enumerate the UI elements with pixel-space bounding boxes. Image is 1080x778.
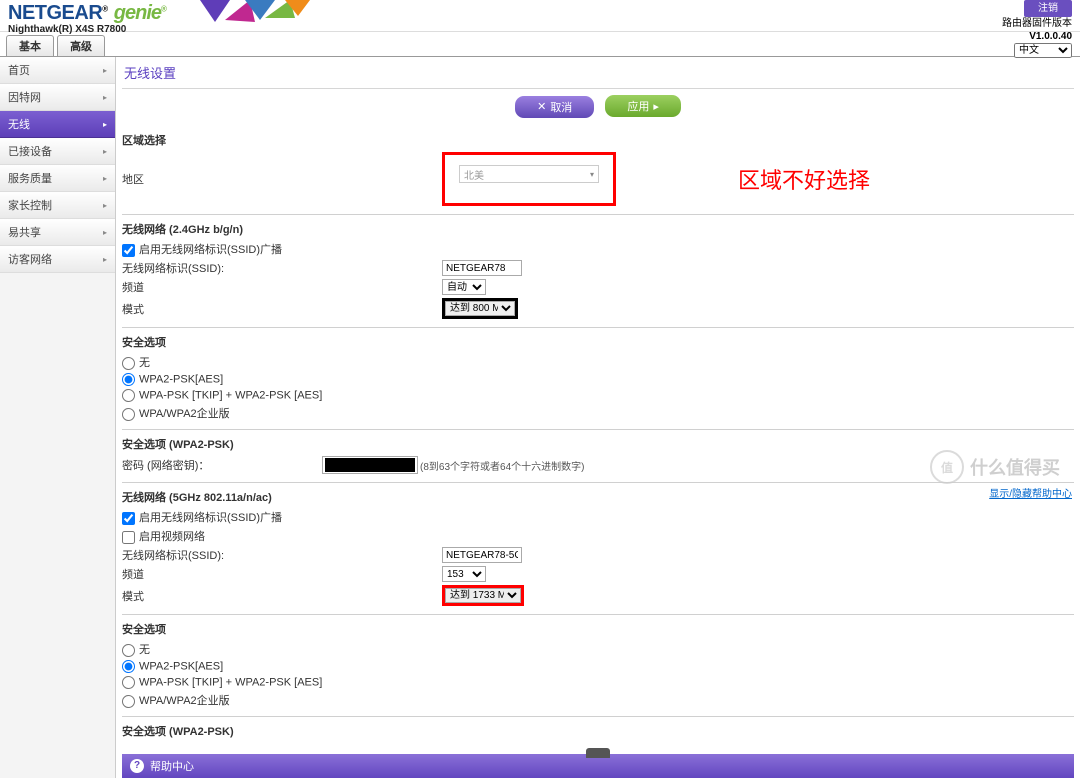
- password-hint: (8到63个字符或者64个十六进制数字): [420, 458, 584, 473]
- sec24-none-radio[interactable]: [122, 357, 135, 370]
- language-select[interactable]: 中文: [1014, 43, 1072, 58]
- pwsec5-header: 安全选项 (WPA2-PSK): [122, 721, 1074, 742]
- ssid-24-input[interactable]: [442, 260, 522, 276]
- annotation-red-box-2: 达到 1733 Mbps: [442, 585, 524, 606]
- region-label: 地区: [122, 171, 442, 187]
- sidebar-item-guest[interactable]: 访客网络▸: [0, 246, 115, 273]
- password-input[interactable]: [325, 458, 415, 472]
- sidebar-item-wireless[interactable]: 无线▸: [0, 111, 115, 138]
- sec24-ent-radio[interactable]: [122, 408, 135, 421]
- channel-24-select[interactable]: 自动: [442, 279, 486, 295]
- chevron-right-icon: ▸: [103, 147, 107, 156]
- watermark: 值 什么值得买: [930, 450, 1060, 484]
- help-label: 帮助中心: [150, 758, 194, 774]
- band5-header: 无线网络 (5GHz 802.11a/n/ac): [122, 487, 1074, 508]
- help-icon: ?: [130, 759, 144, 773]
- x-icon: ✕: [537, 100, 546, 113]
- security24-header: 安全选项: [122, 332, 1074, 353]
- region-select[interactable]: 北美▾: [459, 165, 599, 183]
- sec5-ent-radio[interactable]: [122, 695, 135, 708]
- chevron-right-icon: ▸: [103, 201, 107, 210]
- tab-advanced[interactable]: 高级: [57, 35, 105, 56]
- sidebar-item-share[interactable]: 易共享▸: [0, 219, 115, 246]
- apply-button[interactable]: 应用▸: [605, 95, 681, 117]
- chevron-right-icon: ▸: [103, 66, 107, 75]
- ssid-broadcast-5-checkbox[interactable]: [122, 512, 135, 525]
- annotation-label: 区域不好选择: [738, 163, 870, 195]
- sidebar: 首页▸ 因特网▸ 无线▸ 已接设备▸ 服务质量▸ 家长控制▸ 易共享▸ 访客网络…: [0, 57, 116, 778]
- channel-5-select[interactable]: 153: [442, 566, 486, 582]
- mode-24-select[interactable]: 达到 800 Mbps: [445, 301, 515, 316]
- help-bar[interactable]: ? 帮助中心: [122, 754, 1074, 778]
- sidebar-item-home[interactable]: 首页▸: [0, 57, 115, 84]
- brand-triangles-decor: [190, 0, 360, 30]
- chevron-down-icon: ▾: [590, 170, 594, 179]
- sidebar-item-attached[interactable]: 已接设备▸: [0, 138, 115, 165]
- brand-genie: genie: [114, 2, 161, 24]
- annotation-black-box: 达到 800 Mbps: [442, 298, 518, 319]
- sidebar-item-qos[interactable]: 服务质量▸: [0, 165, 115, 192]
- sec5-mixed-radio[interactable]: [122, 676, 135, 689]
- sec5-wpa2-radio[interactable]: [122, 660, 135, 673]
- cancel-button[interactable]: ✕取消: [515, 96, 594, 118]
- region-header: 区域选择: [122, 130, 1074, 151]
- sec24-mixed-radio[interactable]: [122, 389, 135, 402]
- fw-version: V1.0.0.40: [1029, 31, 1072, 42]
- help-toggle-link[interactable]: 显示/隐藏帮助中心: [989, 485, 1072, 500]
- mode-5-select[interactable]: 达到 1733 Mbps: [445, 588, 521, 603]
- ssid-5-input[interactable]: [442, 547, 522, 563]
- band24-header: 无线网络 (2.4GHz b/g/n): [122, 219, 1074, 240]
- chevron-right-icon: ▸: [653, 100, 659, 113]
- sec5-none-radio[interactable]: [122, 644, 135, 657]
- logout-button[interactable]: 注销: [1024, 0, 1072, 17]
- chevron-right-icon: ▸: [103, 93, 107, 102]
- security5-header: 安全选项: [122, 619, 1074, 640]
- model-name: Nighthawk(R) X4S R7800: [8, 24, 126, 35]
- sec24-wpa2-radio[interactable]: [122, 373, 135, 386]
- brand-netgear: NETGEAR: [8, 2, 102, 24]
- ssid-broadcast-24-checkbox[interactable]: [122, 244, 135, 257]
- chevron-right-icon: ▸: [103, 255, 107, 264]
- drag-handle-icon[interactable]: [586, 748, 610, 758]
- password-label: 密码 (网络密钥)：: [122, 457, 322, 473]
- sidebar-item-parental[interactable]: 家长控制▸: [0, 192, 115, 219]
- chevron-right-icon: ▸: [103, 228, 107, 237]
- annotation-red-box: 北美▾: [442, 152, 616, 206]
- fw-version-label: 路由器固件版本: [1002, 18, 1072, 29]
- chevron-right-icon: ▸: [103, 120, 107, 129]
- chevron-right-icon: ▸: [103, 174, 107, 183]
- brand-logo: NETGEAR® genie®: [8, 2, 167, 25]
- sidebar-item-internet[interactable]: 因特网▸: [0, 84, 115, 111]
- page-title: 无线设置: [122, 57, 1074, 89]
- video-enable-5-checkbox[interactable]: [122, 531, 135, 544]
- tab-basic[interactable]: 基本: [6, 35, 54, 56]
